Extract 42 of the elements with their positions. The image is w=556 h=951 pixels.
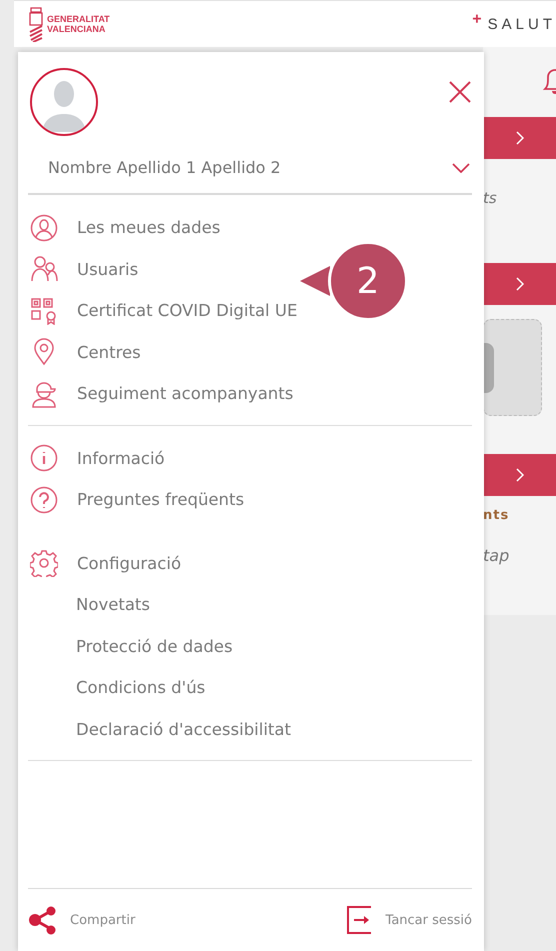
card-header[interactable] — [483, 263, 556, 305]
card-header[interactable] — [483, 117, 556, 159]
chevron-right-icon — [516, 468, 524, 482]
card-link[interactable]: nts — [483, 508, 510, 523]
brand-title: SALUT — [488, 16, 556, 32]
menu-item[interactable]: Condicions d'ús — [76, 678, 206, 698]
card-header[interactable] — [483, 454, 556, 496]
menu-item[interactable]: Informació — [77, 448, 165, 468]
logout-icon — [346, 906, 374, 934]
menu-item[interactable]: Protecció de dades — [76, 636, 233, 656]
help-icon — [30, 486, 58, 514]
info-icon — [30, 444, 58, 472]
card-text: ts — [483, 189, 497, 207]
plus-mark: + — [472, 11, 482, 29]
logo-text: VALENCIANA — [47, 24, 106, 34]
menu-item[interactable]: Novetats — [76, 595, 150, 614]
settings-icon — [30, 549, 58, 578]
users-icon — [30, 255, 58, 284]
close-icon[interactable] — [448, 80, 472, 104]
worker-icon — [30, 380, 58, 408]
logout-link[interactable]: Tancar sessió — [346, 906, 472, 934]
pointer-arrow — [300, 266, 330, 296]
menu-item[interactable]: Centres — [77, 342, 141, 362]
share-link[interactable]: Compartir — [28, 905, 136, 935]
menu-item[interactable]: Usuaris — [77, 260, 138, 279]
profile-selector[interactable]: Nombre Apellido 1 Apellido 2 — [28, 136, 472, 195]
crest-icon — [28, 6, 44, 42]
chevron-right-icon — [516, 277, 524, 291]
person-icon — [30, 214, 58, 242]
chevron-right-icon — [516, 131, 524, 145]
menu-item[interactable]: Certificat COVID Digital UE — [77, 301, 298, 320]
card-text: tap — [483, 546, 510, 565]
chevron-down-icon — [452, 162, 470, 172]
menu-item[interactable]: Les meues dades — [77, 218, 220, 238]
logo-text: GENERALITAT — [47, 14, 110, 24]
avatar — [30, 68, 98, 136]
menu-item[interactable]: Preguntes freqüents — [77, 490, 244, 510]
menu-item[interactable]: Seguiment acompanyants — [77, 384, 294, 404]
share-icon — [28, 905, 58, 935]
menu-item[interactable]: Configuració — [77, 554, 182, 573]
menu-item[interactable]: Declaració d'accessibilitat — [76, 720, 291, 739]
qr-code-icon — [30, 296, 58, 325]
